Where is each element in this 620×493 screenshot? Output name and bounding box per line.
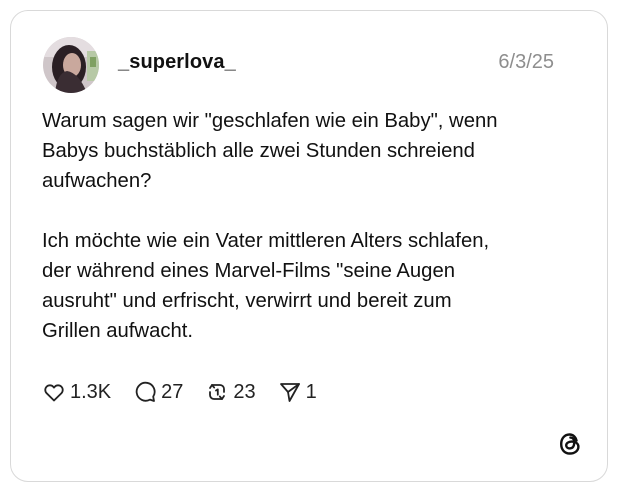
threads-logo-icon[interactable] <box>557 431 583 457</box>
post-actions: 1.3K 27 23 1 <box>42 378 339 406</box>
post-paragraph: Warum sagen wir "geschlafen wie ein Baby… <box>42 110 498 192</box>
like-count: 1.3K <box>70 380 112 403</box>
post-body: Warum sagen wir "geschlafen wie ein Baby… <box>42 106 582 346</box>
speech-bubble-icon <box>133 380 157 404</box>
repost-button[interactable]: 23 <box>205 380 256 404</box>
reply-count: 27 <box>161 380 184 403</box>
repost-count: 23 <box>233 380 256 403</box>
repost-icon <box>205 380 229 404</box>
username[interactable]: _superlova_ <box>118 51 236 74</box>
like-button[interactable]: 1.3K <box>42 380 111 404</box>
heart-icon <box>42 380 66 404</box>
post-date: 6/3/25 <box>498 51 554 73</box>
post-card: _superlova_ 6/3/25 Warum sagen wir "gesc… <box>10 10 608 482</box>
post-paragraph: Ich möchte wie ein Vater mittleren Alter… <box>42 230 490 342</box>
share-count: 1 <box>305 380 317 403</box>
avatar[interactable] <box>43 37 99 93</box>
reply-button[interactable]: 27 <box>133 380 183 404</box>
paper-plane-icon <box>278 380 302 404</box>
share-button[interactable]: 1 <box>278 380 317 404</box>
